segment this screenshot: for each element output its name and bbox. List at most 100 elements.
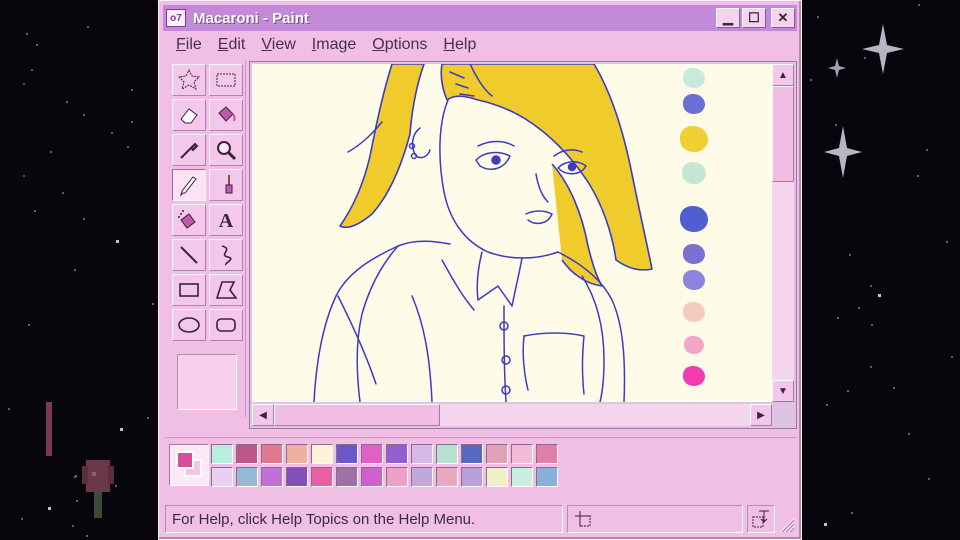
vertical-scroll-thumb[interactable] xyxy=(772,86,794,182)
palette-swatch[interactable] xyxy=(261,467,283,487)
menu-options[interactable]: Options xyxy=(369,35,430,57)
scroll-right-button[interactable]: ▶ xyxy=(750,404,772,426)
color-indicator[interactable] xyxy=(169,444,209,486)
fill-bucket-tool[interactable] xyxy=(209,99,243,131)
star xyxy=(809,78,812,81)
menu-edit-label: dit xyxy=(228,36,246,53)
palette-swatch[interactable] xyxy=(386,467,408,487)
color-picker-tool[interactable] xyxy=(172,134,206,166)
scroll-up-button[interactable]: ▲ xyxy=(772,64,794,86)
palette-swatch[interactable] xyxy=(236,467,258,487)
line-tool[interactable] xyxy=(172,239,206,271)
select-tool[interactable] xyxy=(209,64,243,96)
palette-swatch[interactable] xyxy=(211,444,233,464)
palette-swatch[interactable] xyxy=(511,467,533,487)
scroll-down-button[interactable]: ▼ xyxy=(772,380,794,402)
sparkle-icon xyxy=(828,58,846,78)
star xyxy=(946,240,949,243)
maximize-button[interactable]: ☐ xyxy=(742,8,766,28)
cursor-position-panel xyxy=(567,505,743,533)
canvas-color-blob xyxy=(680,126,708,152)
palette-swatch[interactable] xyxy=(236,444,258,464)
palette-swatch[interactable] xyxy=(436,444,458,464)
palette-swatch[interactable] xyxy=(536,444,558,464)
horizontal-scroll-thumb[interactable] xyxy=(274,404,440,426)
title-bar[interactable]: o7 Macaroni - Paint ▁ ☐ ✕ xyxy=(163,5,797,31)
star xyxy=(65,100,68,103)
palette-swatch[interactable] xyxy=(486,444,508,464)
palette-swatch[interactable] xyxy=(386,444,408,464)
menu-help[interactable]: Help xyxy=(440,35,479,57)
palette-swatch[interactable] xyxy=(311,444,333,464)
text-tool[interactable]: A xyxy=(209,204,243,236)
palette-swatch[interactable] xyxy=(311,467,333,487)
fill-bucket-icon xyxy=(218,106,236,122)
ellipse-icon xyxy=(178,317,200,333)
palette-swatch[interactable] xyxy=(361,444,383,464)
palette-swatch[interactable] xyxy=(336,444,358,464)
menu-view[interactable]: View xyxy=(258,35,298,57)
menu-file[interactable]: File xyxy=(173,35,205,57)
canvas-color-blob xyxy=(683,270,705,290)
palette-swatch[interactable] xyxy=(411,467,433,487)
palette-swatch[interactable] xyxy=(336,467,358,487)
menu-view-label: iew xyxy=(271,36,296,53)
free-form-select-tool[interactable] xyxy=(172,64,206,96)
canvas-color-blob xyxy=(683,244,705,264)
palette-swatch[interactable] xyxy=(361,467,383,487)
menu-help-mnemonic: H xyxy=(443,36,455,53)
star xyxy=(110,131,113,134)
palette-swatch[interactable] xyxy=(461,467,483,487)
star xyxy=(837,317,840,320)
horizontal-scrollbar[interactable]: ◀ ▶ xyxy=(252,404,772,426)
palette-swatch[interactable] xyxy=(536,467,558,487)
close-button[interactable]: ✕ xyxy=(771,8,795,28)
star xyxy=(847,389,850,392)
star xyxy=(126,145,129,148)
star xyxy=(61,192,64,195)
palette-swatch[interactable] xyxy=(436,467,458,487)
palette-swatch[interactable] xyxy=(286,467,308,487)
airbrush-tool[interactable] xyxy=(172,204,206,236)
scroll-left-button[interactable]: ◀ xyxy=(252,404,274,426)
rectangle-tool[interactable] xyxy=(172,274,206,306)
star xyxy=(48,507,52,511)
menu-image[interactable]: Image xyxy=(309,35,359,57)
brush-tool[interactable] xyxy=(209,169,243,201)
canvas-workspace: ▲ ▼ ◀ ▶ xyxy=(249,61,797,429)
drawing-canvas[interactable] xyxy=(252,64,772,402)
palette-swatch[interactable] xyxy=(261,444,283,464)
star xyxy=(928,478,931,481)
tool-options-panel[interactable] xyxy=(177,354,237,410)
palette-swatch[interactable] xyxy=(461,444,483,464)
palette-swatch[interactable] xyxy=(411,444,433,464)
ellipse-tool[interactable] xyxy=(172,309,206,341)
star xyxy=(35,44,38,47)
palette-swatch[interactable] xyxy=(286,444,308,464)
pencil-tool[interactable] xyxy=(172,169,206,201)
menu-edit-mnemonic: E xyxy=(217,36,229,53)
menu-edit[interactable]: Edit xyxy=(215,35,249,57)
star xyxy=(870,366,873,369)
magnifier-tool[interactable] xyxy=(209,134,243,166)
rounded-rectangle-tool[interactable] xyxy=(209,309,243,341)
palette-swatch[interactable] xyxy=(486,467,508,487)
palette-swatch[interactable] xyxy=(211,467,233,487)
star xyxy=(848,254,851,257)
paint-app-icon[interactable]: o7 xyxy=(166,9,186,27)
resize-grip-icon[interactable] xyxy=(775,513,795,533)
minimize-button[interactable]: ▁ xyxy=(716,8,740,28)
star xyxy=(28,324,31,327)
eraser-tool[interactable] xyxy=(172,99,206,131)
star xyxy=(74,475,77,478)
rounded-rectangle-icon xyxy=(216,318,236,332)
status-bar: For Help, click Help Topics on the Help … xyxy=(165,503,797,535)
foreground-color[interactable] xyxy=(176,451,194,469)
palette-swatch[interactable] xyxy=(511,444,533,464)
star xyxy=(23,83,26,86)
star xyxy=(878,294,882,298)
star xyxy=(825,403,828,406)
polygon-tool[interactable] xyxy=(209,274,243,306)
vertical-scrollbar[interactable]: ▲ ▼ xyxy=(772,64,794,402)
curve-tool[interactable] xyxy=(209,239,243,271)
